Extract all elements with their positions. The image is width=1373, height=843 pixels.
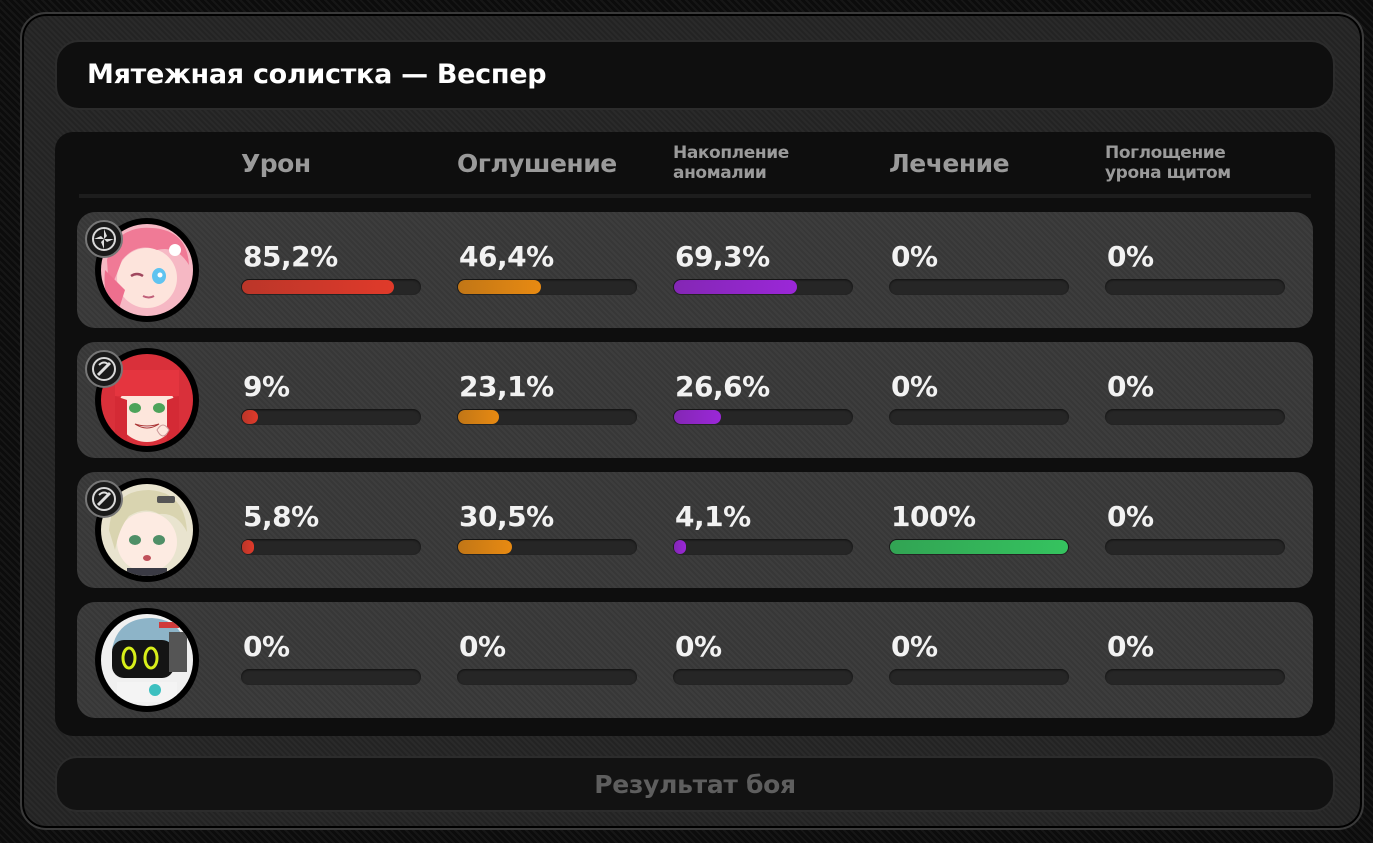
stat-cell-shield: 0% [1105,342,1285,458]
battle-result-button[interactable]: Результат боя [55,756,1335,812]
stat-cell-shield: 0% [1105,602,1285,718]
stat-cell-healing: 0% [889,212,1069,328]
stat-cell-damage: 0% [241,602,421,718]
healing-progress-bar [889,409,1069,425]
damage-progress-fill [242,280,394,294]
shield-value: 0% [1107,630,1154,663]
stun-progress-bar [457,409,637,425]
stat-cell-anomaly: 0% [673,602,853,718]
healing-progress-bar [889,669,1069,685]
column-header-healing: Лечение [889,148,1010,178]
damage-progress-fill [242,410,258,424]
stat-cell-stun: 30,5% [457,472,637,588]
stat-cell-healing: 100% [889,472,1069,588]
bangboo-avatar [95,608,199,712]
stun-progress-fill [458,280,541,294]
combat-stats-panel: Мятежная солистка — Веспер Урон Оглушени… [20,12,1364,830]
anomaly-progress-fill [674,280,797,294]
healing-progress-bar [889,279,1069,295]
stat-cell-damage: 5,8% [241,472,421,588]
column-header-shield: Поглощение урона щитом [1105,132,1231,194]
anomaly-value: 26,6% [675,370,770,403]
column-header-anomaly: Накопление аномалии [673,132,789,194]
damage-progress-bar [241,279,421,295]
table-row: 9% 23,1% 26,6% 0% 0% [77,342,1313,458]
stat-cell-healing: 0% [889,342,1069,458]
healing-value: 0% [891,630,938,663]
anomaly-progress-bar [673,669,853,685]
title-bar: Мятежная солистка — Веспер [55,40,1335,110]
table-header: Урон Оглушение Накопление аномалии Лечени… [79,132,1311,198]
column-header-shield-line1: Поглощение [1105,143,1226,163]
shield-progress-bar [1105,539,1285,555]
anomaly-progress-bar [673,279,853,295]
stun-progress-bar [457,279,637,295]
table-row: 85,2% 46,4% 69,3% 0% 0% [77,212,1313,328]
stat-cell-anomaly: 69,3% [673,212,853,328]
stun-progress-fill [458,410,499,424]
shield-value: 0% [1107,240,1154,273]
damage-value: 0% [243,630,290,663]
table-row: 0% 0% 0% 0% 0% [77,602,1313,718]
stat-cell-stun: 46,4% [457,212,637,328]
stun-value: 46,4% [459,240,554,273]
column-header-anomaly-line2: аномалии [673,163,767,183]
column-header-anomaly-line1: Накопление [673,143,789,163]
damage-value: 9% [243,370,290,403]
damage-value: 85,2% [243,240,338,273]
stun-value: 23,1% [459,370,554,403]
anomaly-progress-fill [674,540,686,554]
stat-cell-anomaly: 26,6% [673,342,853,458]
stats-table: Урон Оглушение Накопление аномалии Лечени… [55,132,1335,736]
damage-progress-bar [241,539,421,555]
stun-progress-bar [457,669,637,685]
column-header-stun: Оглушение [457,148,617,178]
shield-value: 0% [1107,500,1154,533]
stat-cell-anomaly: 4,1% [673,472,853,588]
ether-element-icon [85,220,123,258]
anomaly-value: 0% [675,630,722,663]
healing-value: 0% [891,370,938,403]
shield-value: 0% [1107,370,1154,403]
column-header-damage: Урон [241,148,311,178]
shield-progress-bar [1105,279,1285,295]
stat-cell-shield: 0% [1105,472,1285,588]
page-title: Мятежная солистка — Веспер [87,59,547,90]
stat-cell-damage: 9% [241,342,421,458]
healing-progress-bar [889,539,1069,555]
anomaly-progress-bar [673,409,853,425]
healing-value: 0% [891,240,938,273]
stat-cell-healing: 0% [889,602,1069,718]
physical-element-icon [85,350,123,388]
damage-progress-bar [241,409,421,425]
stun-value: 30,5% [459,500,554,533]
healing-value: 100% [891,500,976,533]
healing-progress-fill [890,540,1068,554]
damage-progress-bar [241,669,421,685]
table-row: 5,8% 30,5% 4,1% 100% 0% [77,472,1313,588]
shield-progress-bar [1105,409,1285,425]
stun-value: 0% [459,630,506,663]
stun-progress-fill [458,540,512,554]
stat-cell-stun: 0% [457,602,637,718]
stun-progress-bar [457,539,637,555]
anomaly-value: 69,3% [675,240,770,273]
anomaly-value: 4,1% [675,500,751,533]
stat-cell-stun: 23,1% [457,342,637,458]
stat-cell-shield: 0% [1105,212,1285,328]
physical-element-icon [85,480,123,518]
damage-value: 5,8% [243,500,319,533]
shield-progress-bar [1105,669,1285,685]
anomaly-progress-fill [674,410,721,424]
column-header-shield-line2: урона щитом [1105,163,1231,183]
anomaly-progress-bar [673,539,853,555]
damage-progress-fill [242,540,254,554]
stat-cell-damage: 85,2% [241,212,421,328]
